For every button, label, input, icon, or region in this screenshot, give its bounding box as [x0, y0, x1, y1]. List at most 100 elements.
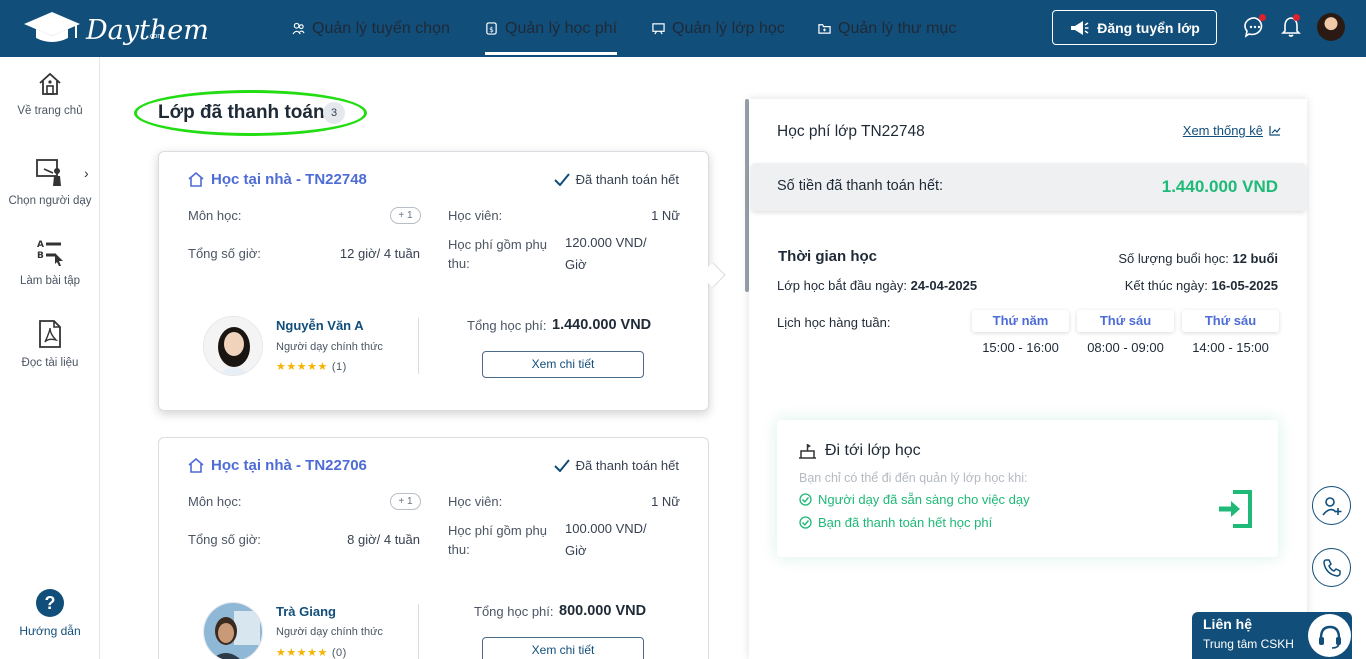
nav-label: Quản lý thư mục	[838, 19, 957, 37]
nav-item-recruitment[interactable]: Quản lý tuyển chọn	[292, 0, 450, 57]
view-detail-button[interactable]: Xem chi tiết	[482, 637, 644, 659]
house-icon	[188, 458, 204, 473]
check-circle-icon	[799, 516, 812, 529]
nav-label: Quản lý học phí	[505, 19, 618, 37]
condition-item: Người dạy đã sẵn sàng cho việc dạy	[799, 492, 1030, 507]
teacher-role: Người dạy chính thức	[276, 626, 383, 638]
day-pill: Thứ sáu	[1182, 310, 1279, 332]
post-class-label: Đăng tuyển lớp	[1097, 19, 1200, 36]
condition-label: Người dạy đã sẵn sàng cho việc dạy	[818, 492, 1030, 507]
nav-label: Quản lý tuyển chọn	[312, 19, 450, 37]
brand-logo[interactable]: Daythem	[22, 10, 209, 46]
paid-label: Số tiền đã thanh toán hết:	[777, 178, 944, 194]
subject-label: Môn học:	[188, 494, 242, 509]
paid-amount: 1.440.000 VND	[1161, 177, 1278, 196]
payment-status-label: Đã thanh toán hết	[575, 458, 679, 473]
card-title-row: Học tại nhà - TN22748	[188, 171, 367, 188]
sidebar: Về trang chủ Chọn người dạy › AB Làm bài…	[0, 57, 100, 659]
nav-item-folders[interactable]: Quản lý thư mục	[818, 0, 956, 57]
notification-dot	[1293, 14, 1300, 21]
user-avatar[interactable]	[1317, 13, 1345, 41]
start-date: Lớp học bắt đầu ngày: 24-04-2025	[777, 278, 977, 293]
students-label: Học viên:	[448, 208, 503, 223]
start-label: Lớp học bắt đầu ngày:	[777, 278, 907, 293]
top-navbar: Daythem .com Quản lý tuyển chọn $ Quản l…	[0, 0, 1366, 57]
rating: ★★★★★ (1)	[276, 360, 347, 373]
review-count: (1)	[331, 361, 347, 373]
highlight-oval	[134, 90, 367, 136]
card-title[interactable]: Học tại nhà - TN22748	[211, 171, 367, 188]
fee-label-cont: thu:	[448, 542, 470, 557]
end-value: 16-05-2025	[1211, 278, 1279, 293]
view-stats-link[interactable]: Xem thống kê	[1183, 123, 1281, 138]
hours-label: Tổng số giờ:	[188, 532, 261, 547]
card-title[interactable]: Học tại nhà - TN22706	[211, 457, 367, 474]
add-user-button[interactable]	[1312, 486, 1351, 525]
go-to-class-box: Đi tới lớp học Bạn chỉ có thể đi đến quả…	[777, 420, 1278, 557]
class-card[interactable]: Học tại nhà - TN22706 Đã thanh toán hết …	[158, 437, 709, 659]
schedule-heading: Thời gian học	[778, 248, 877, 265]
review-count: (0)	[331, 647, 347, 659]
svg-text:$: $	[489, 25, 494, 34]
nav-item-classes[interactable]: Quản lý lớp học	[652, 0, 785, 57]
fee-label: Học phí gồm phụ	[448, 523, 548, 538]
sidebar-item-label: Đọc tài liệu	[21, 357, 79, 369]
sessions-label: Số lượng buổi học:	[1118, 251, 1229, 266]
students-label: Học viên:	[448, 494, 503, 509]
folder-icon	[818, 24, 831, 34]
sidebar-item-documents[interactable]: Đọc tài liệu	[0, 319, 100, 369]
weekly-schedule-label: Lịch học hàng tuần:	[777, 315, 891, 330]
check-icon	[553, 173, 570, 186]
post-class-button[interactable]: Đăng tuyển lớp	[1052, 10, 1217, 45]
check-icon	[553, 459, 570, 472]
total-fee-value: 800.000 VND	[559, 603, 647, 619]
day-time: 08:00 - 09:00	[1087, 340, 1164, 355]
house-icon	[188, 172, 204, 187]
teacher-avatar[interactable]	[203, 316, 263, 376]
brand-suffix: .com	[148, 33, 164, 40]
condition-item: Bạn đã thanh toán hết học phí	[799, 515, 992, 530]
view-detail-button[interactable]: Xem chi tiết	[482, 351, 644, 378]
payment-status: Đã thanh toán hết	[553, 172, 679, 187]
call-button[interactable]	[1312, 548, 1351, 587]
contact-support-widget[interactable]: Liên hệ Trung tâm CSKH	[1192, 612, 1352, 659]
sidebar-item-label: Về trang chủ	[17, 105, 83, 117]
headset-icon	[1308, 614, 1351, 657]
teacher-name[interactable]: Trà Giang	[276, 604, 336, 619]
enter-class-icon[interactable]	[1217, 489, 1255, 529]
subject-count-badge[interactable]: + 1	[390, 493, 421, 510]
pdf-icon	[39, 320, 61, 348]
payment-status-label: Đã thanh toán hết	[575, 172, 679, 187]
day-pill: Thứ năm	[972, 310, 1069, 332]
teacher-role: Người dạy chính thức	[276, 341, 383, 353]
graduation-cap-icon	[24, 12, 80, 42]
sidebar-item-exercise[interactable]: AB Làm bài tập	[0, 237, 100, 287]
sidebar-item-help[interactable]: ? Hướng dẫn	[0, 589, 100, 638]
sessions-count: Số lượng buổi học: 12 buổi	[1118, 251, 1278, 266]
teacher-board-icon	[36, 159, 61, 186]
nav-item-fees[interactable]: $ Quản lý học phí	[485, 0, 618, 57]
fee-unit: Giờ	[565, 543, 587, 558]
fee-value: 120.000 VND/	[565, 235, 647, 250]
sidebar-item-label: Làm bài tập	[19, 275, 81, 287]
fee-unit: Giờ	[565, 257, 587, 272]
add-user-icon	[1321, 496, 1341, 516]
svg-text:B: B	[37, 251, 44, 261]
chevron-right-icon[interactable]: ›	[84, 165, 89, 181]
class-card[interactable]: Học tại nhà - TN22748 Đã thanh toán hết …	[158, 151, 709, 411]
condition-label: Bạn đã thanh toán hết học phí	[818, 515, 993, 530]
view-stats-label: Xem thống kê	[1182, 123, 1263, 138]
teacher-name[interactable]: Nguyễn Văn A	[276, 318, 364, 333]
fee-label: Học phí gồm phụ	[448, 237, 548, 252]
go-to-class-note: Bạn chỉ có thể đi đến quản lý lớp học kh…	[799, 471, 1028, 485]
sidebar-item-home[interactable]: Về trang chủ	[0, 71, 100, 117]
class-board-icon	[799, 444, 816, 459]
fee-label-cont: thu:	[448, 256, 470, 271]
day-time: 14:00 - 15:00	[1192, 340, 1269, 355]
teacher-avatar[interactable]	[203, 602, 263, 659]
divider	[418, 604, 419, 659]
total-fee-label: Tổng học phí:	[474, 604, 554, 619]
contact-title: Liên hệ	[1203, 616, 1253, 632]
rating: ★★★★★ (0)	[276, 646, 347, 659]
subject-count-badge[interactable]: + 1	[390, 207, 421, 224]
